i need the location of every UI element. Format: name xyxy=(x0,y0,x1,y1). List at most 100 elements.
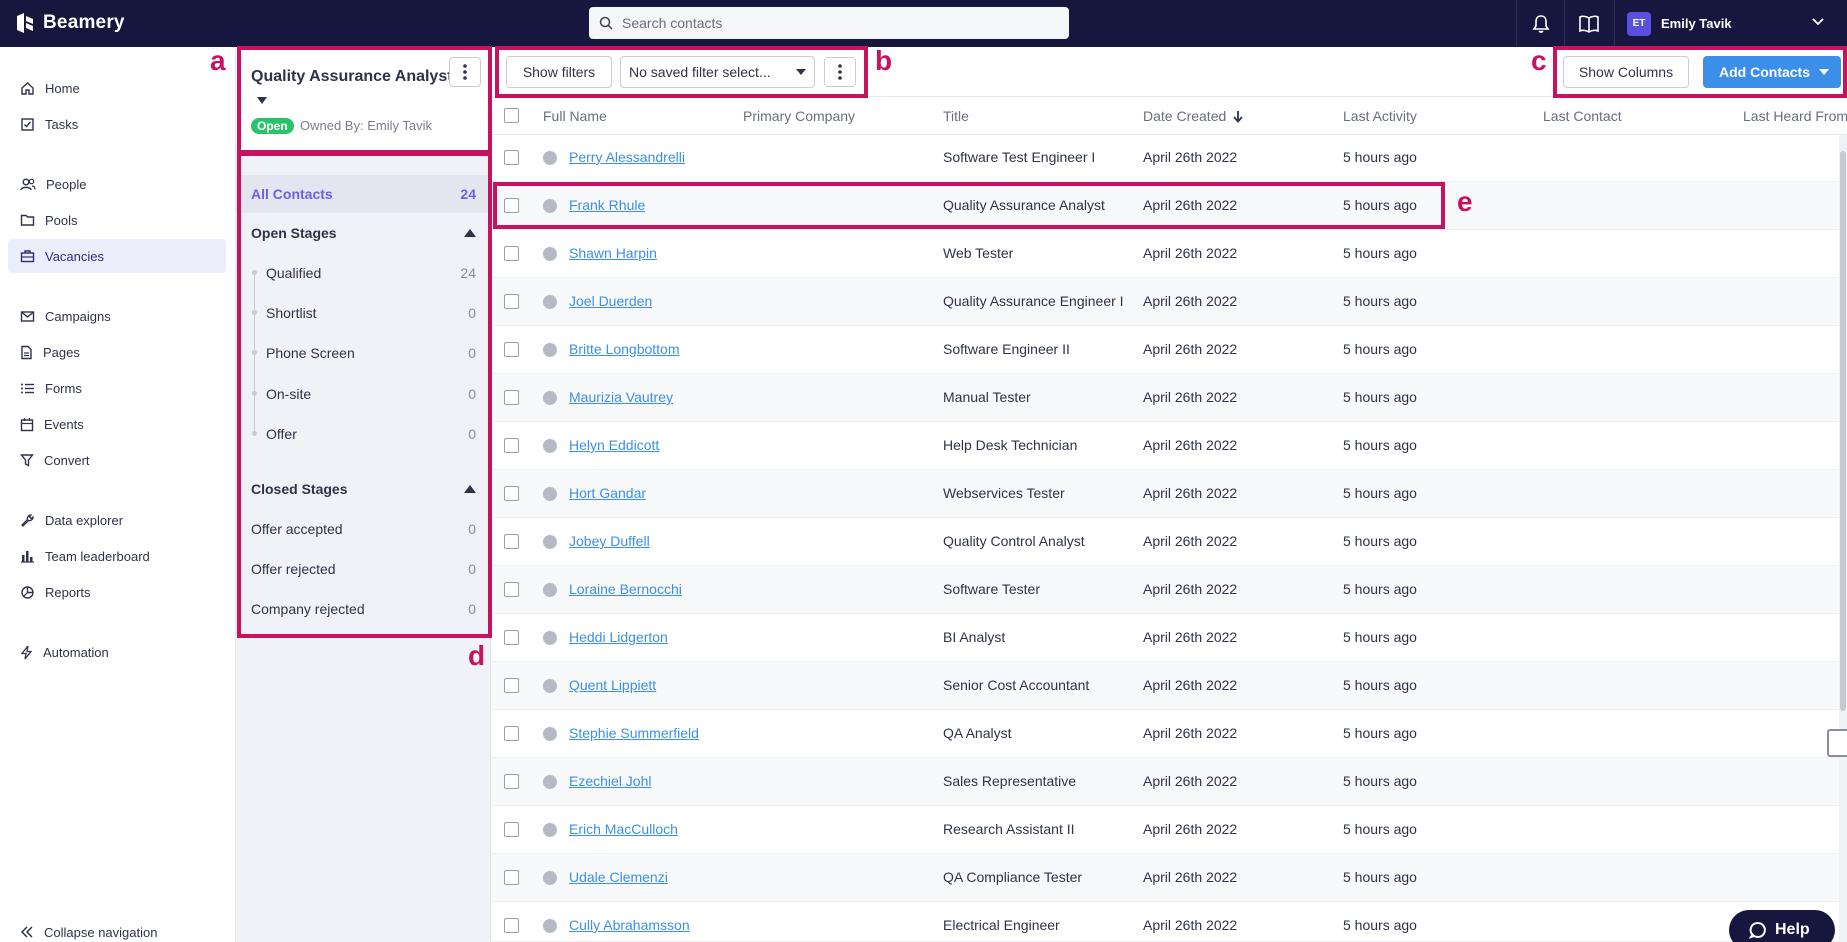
stage-shortlist[interactable]: Shortlist 0 xyxy=(251,305,476,321)
column-last-heard-from[interactable]: Last Heard From xyxy=(1743,108,1847,124)
row-checkbox[interactable] xyxy=(504,870,519,885)
table-row[interactable]: Helyn Eddicott Help Desk Technician Apri… xyxy=(491,422,1841,470)
table-row[interactable]: Erich MacCulloch Research Assistant II A… xyxy=(491,806,1841,854)
row-checkbox[interactable] xyxy=(504,918,519,933)
stage-company-rejected[interactable]: Company rejected 0 xyxy=(251,601,476,617)
table-scrollbar[interactable] xyxy=(1839,135,1847,942)
caret-up-icon[interactable] xyxy=(464,485,476,493)
column-date-created[interactable]: Date Created xyxy=(1143,108,1243,124)
table-row[interactable]: Joel Duerden Quality Assurance Engineer … xyxy=(491,278,1841,326)
contact-name-link[interactable]: Frank Rhule xyxy=(569,197,645,213)
nav-item-automation[interactable]: Automation xyxy=(8,635,226,669)
table-row[interactable]: Cully Abrahamsson Electrical Engineer Ap… xyxy=(491,902,1841,942)
column-last-activity[interactable]: Last Activity xyxy=(1343,108,1417,124)
show-columns-button[interactable]: Show Columns xyxy=(1563,56,1689,88)
row-checkbox[interactable] xyxy=(504,534,519,549)
column-title[interactable]: Title xyxy=(943,108,969,124)
knowledge-base-button[interactable] xyxy=(1564,0,1612,47)
table-row[interactable]: Maurizia Vautrey Manual Tester April 26t… xyxy=(491,374,1841,422)
contact-name-link[interactable]: Shawn Harpin xyxy=(569,245,657,261)
stage-phone-screen[interactable]: Phone Screen 0 xyxy=(251,345,476,361)
nav-item-home[interactable]: Home xyxy=(8,71,226,105)
contact-name-link[interactable]: Quent Lippiett xyxy=(569,677,656,693)
stage-offer-accepted[interactable]: Offer accepted 0 xyxy=(251,521,476,537)
contact-name-link[interactable]: Loraine Bernocchi xyxy=(569,581,682,597)
add-contacts-button[interactable]: Add Contacts xyxy=(1703,56,1841,88)
contact-name-link[interactable]: Cully Abrahamsson xyxy=(569,917,690,933)
stage-offer[interactable]: Offer 0 xyxy=(251,426,476,442)
column-primary-company[interactable]: Primary Company xyxy=(743,108,855,124)
nav-item-data-explorer[interactable]: Data explorer xyxy=(8,503,226,537)
column-full-name[interactable]: Full Name xyxy=(543,108,607,124)
side-panel-tab[interactable] xyxy=(1827,729,1847,757)
table-row[interactable]: Udale Clemenzi QA Compliance Tester Apri… xyxy=(491,854,1841,902)
contact-name-link[interactable]: Heddi Lidgerton xyxy=(569,629,668,645)
stage-offer-rejected[interactable]: Offer rejected 0 xyxy=(251,561,476,577)
contact-name-link[interactable]: Ezechiel Johl xyxy=(569,773,652,789)
stage-on-site[interactable]: On-site 0 xyxy=(251,386,476,402)
row-checkbox[interactable] xyxy=(504,630,519,645)
row-checkbox[interactable] xyxy=(504,294,519,309)
search-input[interactable] xyxy=(622,15,1042,31)
stage-qualified[interactable]: Qualified 24 xyxy=(251,265,476,281)
column-last-contact[interactable]: Last Contact xyxy=(1543,108,1622,124)
open-stages-header[interactable]: Open Stages xyxy=(251,225,476,241)
show-filters-button[interactable]: Show filters xyxy=(506,56,612,88)
contact-name-link[interactable]: Erich MacCulloch xyxy=(569,821,678,837)
vacancy-more-button[interactable] xyxy=(449,57,481,87)
table-row[interactable]: Britte Longbottom Software Engineer II A… xyxy=(491,326,1841,374)
table-row[interactable]: Loraine Bernocchi Software Tester April … xyxy=(491,566,1841,614)
table-row[interactable]: Frank Rhule Quality Assurance Analyst Ap… xyxy=(491,182,1841,230)
nav-item-tasks[interactable]: Tasks xyxy=(8,107,226,141)
nav-item-people[interactable]: People xyxy=(8,167,226,201)
row-checkbox[interactable] xyxy=(504,438,519,453)
contact-name-link[interactable]: Britte Longbottom xyxy=(569,341,680,357)
row-checkbox[interactable] xyxy=(504,726,519,741)
row-checkbox[interactable] xyxy=(504,198,519,213)
row-checkbox[interactable] xyxy=(504,150,519,165)
nav-item-campaigns[interactable]: Campaigns xyxy=(8,299,226,333)
contact-name-link[interactable]: Udale Clemenzi xyxy=(569,869,668,885)
notifications-button[interactable] xyxy=(1516,0,1564,47)
row-checkbox[interactable] xyxy=(504,390,519,405)
help-button[interactable]: Help xyxy=(1729,910,1835,942)
scrollbar-thumb[interactable] xyxy=(1840,151,1846,711)
closed-stages-header[interactable]: Closed Stages xyxy=(251,481,476,497)
row-checkbox[interactable] xyxy=(504,822,519,837)
row-checkbox[interactable] xyxy=(504,246,519,261)
contact-name-link[interactable]: Jobey Duffell xyxy=(569,533,650,549)
contact-name-link[interactable]: Perry Alessandrelli xyxy=(569,149,685,165)
contact-name-link[interactable]: Hort Gandar xyxy=(569,485,646,501)
table-row[interactable]: Stephie Summerfield QA Analyst April 26t… xyxy=(491,710,1841,758)
table-row[interactable]: Perry Alessandrelli Software Test Engine… xyxy=(491,134,1841,182)
caret-down-icon[interactable] xyxy=(257,97,267,104)
row-checkbox[interactable] xyxy=(504,582,519,597)
nav-item-pages[interactable]: Pages xyxy=(8,335,226,369)
row-checkbox[interactable] xyxy=(504,486,519,501)
nav-item-forms[interactable]: Forms xyxy=(8,371,226,405)
nav-item-pools[interactable]: Pools xyxy=(8,203,226,237)
row-checkbox[interactable] xyxy=(504,342,519,357)
contact-name-link[interactable]: Stephie Summerfield xyxy=(569,725,699,741)
nav-item-team-leaderboard[interactable]: Team leaderboard xyxy=(8,539,226,573)
saved-filter-select[interactable]: No saved filter select... xyxy=(620,56,815,88)
contact-name-link[interactable]: Maurizia Vautrey xyxy=(569,389,673,405)
row-checkbox[interactable] xyxy=(504,678,519,693)
table-row[interactable]: Ezechiel Johl Sales Representative April… xyxy=(491,758,1841,806)
all-contacts-item[interactable]: All Contacts 24 xyxy=(236,175,491,213)
row-checkbox[interactable] xyxy=(504,774,519,789)
search-box[interactable] xyxy=(589,7,1069,39)
contact-name-link[interactable]: Helyn Eddicott xyxy=(569,437,659,453)
nav-item-vacancies[interactable]: Vacancies xyxy=(8,239,226,273)
nav-item-convert[interactable]: Convert xyxy=(8,443,226,477)
collapse-navigation-button[interactable]: Collapse navigation xyxy=(8,915,157,942)
nav-item-reports[interactable]: Reports xyxy=(8,575,226,609)
table-row[interactable]: Shawn Harpin Web Tester April 26th 2022 … xyxy=(491,230,1841,278)
contact-name-link[interactable]: Joel Duerden xyxy=(569,293,652,309)
table-row[interactable]: Hort Gandar Webservices Tester April 26t… xyxy=(491,470,1841,518)
filter-more-button[interactable] xyxy=(824,57,856,87)
nav-item-events[interactable]: Events xyxy=(8,407,226,441)
select-all-checkbox[interactable] xyxy=(504,108,519,123)
caret-up-icon[interactable] xyxy=(464,229,476,237)
table-row[interactable]: Heddi Lidgerton BI Analyst April 26th 20… xyxy=(491,614,1841,662)
